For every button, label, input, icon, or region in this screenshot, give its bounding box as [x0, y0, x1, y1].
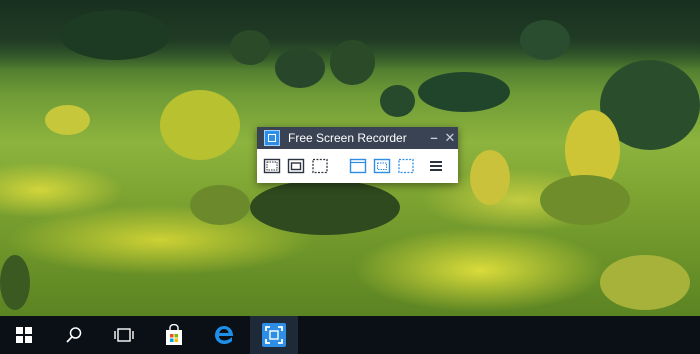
screen-recorder-app-icon[interactable]: [250, 316, 298, 354]
tree: [230, 30, 270, 65]
tree: [60, 10, 170, 60]
tree: [418, 72, 510, 112]
screenshot-region-icon[interactable]: [397, 157, 415, 175]
edge-icon[interactable]: [200, 316, 248, 354]
windows-start-icon[interactable]: [0, 316, 48, 354]
record-region-icon[interactable]: [311, 157, 329, 175]
recorder-tools: [257, 149, 458, 183]
screen-recorder-toolbar[interactable]: Free Screen Recorder – ✕: [257, 127, 458, 183]
shrub: [250, 180, 400, 235]
bush: [470, 150, 510, 205]
bush: [160, 90, 240, 160]
recorder-title: Free Screen Recorder: [288, 131, 407, 145]
bush: [540, 175, 630, 225]
store-icon[interactable]: [150, 316, 198, 354]
menu-icon[interactable]: [427, 157, 445, 175]
close-button[interactable]: ✕: [442, 129, 458, 147]
screen-recorder-icon: [264, 130, 280, 146]
record-window-icon[interactable]: [287, 157, 305, 175]
tree: [330, 40, 375, 85]
task-view-icon[interactable]: [100, 316, 148, 354]
bush: [600, 255, 690, 310]
shrub: [0, 255, 30, 310]
tree: [380, 85, 415, 117]
taskbar: [0, 316, 700, 354]
bush: [45, 105, 90, 135]
screenshot-window-icon[interactable]: [373, 157, 391, 175]
tree: [275, 48, 325, 88]
tree: [520, 20, 570, 60]
minimize-button[interactable]: –: [426, 129, 442, 147]
shrub: [190, 185, 250, 225]
record-fullscreen-icon[interactable]: [263, 157, 281, 175]
recorder-titlebar[interactable]: Free Screen Recorder – ✕: [257, 127, 458, 149]
screenshot-fullscreen-icon[interactable]: [349, 157, 367, 175]
search-icon[interactable]: [50, 316, 98, 354]
